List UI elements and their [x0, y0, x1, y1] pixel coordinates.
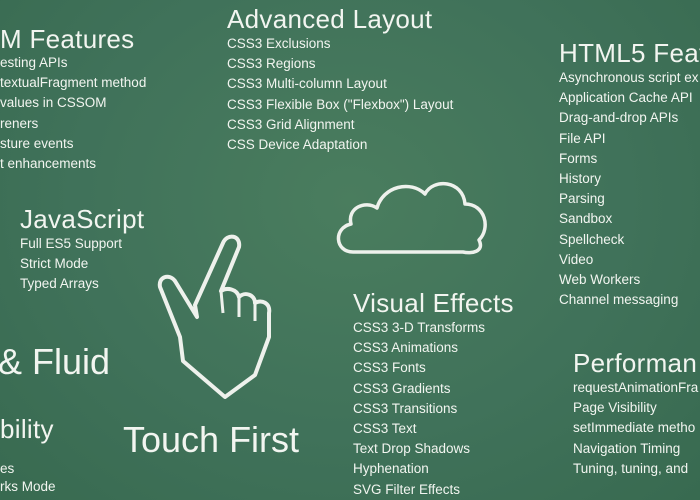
list-item: es	[0, 461, 15, 476]
list-item: Sandbox	[559, 211, 613, 227]
list-item: Drag-and-drop APIs	[559, 110, 679, 126]
list-item: CSS3 Regions	[227, 56, 316, 72]
list-item: values in CSSOM	[0, 95, 107, 111]
list-item: Video	[559, 251, 594, 267]
list-item: setImmediate metho	[573, 420, 696, 436]
list-item: CSS3 Text	[353, 421, 417, 437]
list-item: Application Cache API	[559, 90, 693, 106]
list-item: esting APIs	[0, 55, 68, 70]
dom-features-section: M Features esting APIs textualFragment m…	[0, 24, 146, 174]
section-title: HTML5 Feat	[559, 38, 700, 68]
list-item: Forms	[559, 150, 598, 166]
list-item: CSS3 Flexible Box ("Flexbox") Layout	[227, 96, 454, 112]
list-item: CSS3 Gradients	[353, 380, 451, 396]
section-title: Advanced Layout	[227, 4, 433, 34]
list-item: Parsing	[559, 191, 605, 207]
section-title: Performan	[573, 348, 698, 378]
pointing-hand-icon	[157, 234, 272, 399]
list-item: History	[559, 171, 602, 187]
list-item: File API	[559, 130, 606, 146]
list-item: Full ES5 Support	[20, 236, 123, 251]
compatibility-section: bility es rks Mode	[0, 414, 56, 496]
list-item: Tuning, tuning, and	[573, 460, 689, 476]
javascript-section: JavaScript Full ES5 Support Strict Mode …	[20, 204, 144, 295]
performance-section: Performan requestAnimationFra Page Visib…	[573, 348, 698, 479]
list-item: reners	[0, 115, 39, 131]
section-title: bility	[0, 414, 54, 444]
list-item: CSS3 3-D Transforms	[353, 320, 486, 335]
list-item: t enhancements	[0, 156, 97, 172]
touch-first-heading: Touch First	[123, 419, 300, 460]
fluid-heading: & Fluid	[0, 341, 111, 382]
advanced-layout-section: Advanced Layout CSS3 Exclusions CSS3 Reg…	[227, 4, 453, 155]
list-item: CSS3 Multi-column Layout	[227, 76, 387, 92]
list-item: CSS Device Adaptation	[227, 137, 368, 153]
list-item: Text Drop Shadows	[353, 441, 471, 457]
section-title: M Features	[0, 24, 135, 54]
list-item: Hyphenation	[353, 461, 429, 477]
list-item: CSS3 Animations	[353, 340, 459, 356]
section-title: Visual Effects	[353, 288, 514, 318]
list-item: CSS3 Exclusions	[227, 36, 331, 51]
section-title: JavaScript	[20, 204, 145, 234]
list-item: SVG Filter Effects	[353, 481, 461, 497]
list-item: Web Workers	[559, 272, 641, 288]
list-item: Typed Arrays	[20, 276, 99, 292]
list-item: requestAnimationFra	[573, 380, 699, 395]
list-item: CSS3 Fonts	[353, 360, 426, 376]
list-item: Spellcheck	[559, 231, 625, 247]
list-item: Asynchronous script ex	[559, 70, 699, 85]
list-item: Page Visibility	[573, 400, 657, 416]
list-item: textualFragment method	[0, 75, 147, 91]
list-item: sture events	[0, 135, 74, 151]
list-item: Channel messaging	[559, 292, 679, 308]
cloud-icon	[336, 181, 487, 255]
list-item: rks Mode	[0, 479, 56, 494]
list-item: CSS3 Grid Alignment	[227, 116, 355, 132]
visual-effects-section: Visual Effects CSS3 3-D Transforms CSS3 …	[353, 288, 514, 500]
html5-features-section: HTML5 Feat Asynchronous script ex Applic…	[559, 38, 700, 310]
list-item: Navigation Timing	[573, 440, 681, 456]
list-item: Strict Mode	[20, 256, 89, 272]
list-item: CSS3 Transitions	[353, 400, 458, 416]
